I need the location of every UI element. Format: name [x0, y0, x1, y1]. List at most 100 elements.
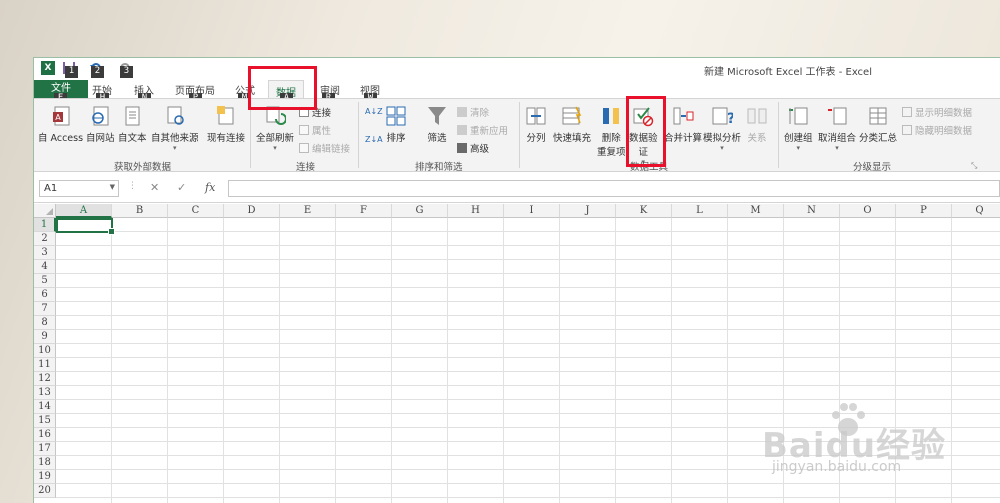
- row-header[interactable]: 17: [34, 442, 56, 456]
- subtotal-button[interactable]: 分类汇总: [859, 105, 897, 144]
- what-if-analysis-button[interactable]: ? 模拟分析 ▾: [703, 105, 741, 152]
- consolidate-button[interactable]: 合并计算: [664, 105, 702, 144]
- row-header[interactable]: 4: [34, 260, 56, 274]
- reapply-button[interactable]: 重新应用: [457, 123, 508, 137]
- column-header[interactable]: H: [448, 204, 504, 218]
- select-all-button[interactable]: [34, 204, 56, 218]
- column-header[interactable]: Q: [952, 204, 1000, 218]
- row-header[interactable]: 7: [34, 302, 56, 316]
- from-other-sources-button[interactable]: 自其他来源 ▾: [151, 105, 199, 152]
- text-to-columns-button[interactable]: 分列: [525, 105, 547, 144]
- what-if-analysis-label: 模拟分析: [703, 133, 742, 144]
- excel-logo-icon: X: [41, 61, 55, 75]
- group-separator: [519, 102, 520, 168]
- column-header[interactable]: O: [840, 204, 896, 218]
- column-header[interactable]: C: [168, 204, 224, 218]
- other-sources-icon: [167, 106, 184, 125]
- hide-detail-button[interactable]: 隐藏明细数据: [902, 123, 972, 137]
- row-header[interactable]: 1: [34, 218, 56, 232]
- ribbon-tabs: 文件 开始 插入 页面布局 公式 数据 审阅 视图 F H N P M A R …: [34, 80, 1000, 105]
- sort-za-button[interactable]: Z↓A: [365, 135, 383, 144]
- row-header[interactable]: 5: [34, 274, 56, 288]
- insert-function-icon[interactable]: fx: [205, 181, 215, 194]
- group-connections-label: 连接: [296, 162, 316, 173]
- column-header[interactable]: D: [224, 204, 280, 218]
- from-web-button[interactable]: 自网站: [86, 105, 115, 144]
- keytip-1: 1: [65, 66, 78, 78]
- remove-duplicates-button[interactable]: 删除 重复项: [597, 105, 626, 158]
- formula-input[interactable]: [228, 180, 1000, 197]
- relationships-button[interactable]: 关系: [746, 105, 768, 144]
- chevron-down-icon: ▾: [835, 144, 839, 152]
- column-header[interactable]: P: [896, 204, 952, 218]
- remove-duplicates-icon: [603, 108, 620, 124]
- consolidate-label: 合并计算: [664, 133, 703, 144]
- name-box[interactable]: A1 ▼: [39, 180, 119, 197]
- chevron-down-icon: ▾: [273, 144, 277, 152]
- row-header[interactable]: 20: [34, 484, 56, 498]
- relationships-icon: [747, 108, 767, 124]
- properties-button[interactable]: 属性: [299, 123, 331, 137]
- clear-button[interactable]: 清除: [457, 105, 489, 119]
- from-text-button[interactable]: 自文本: [118, 105, 147, 144]
- cancel-icon[interactable]: ✕: [150, 181, 159, 194]
- row-header[interactable]: 6: [34, 288, 56, 302]
- enter-icon[interactable]: ✓: [177, 181, 186, 194]
- from-text-label: 自文本: [118, 133, 147, 144]
- edit-links-label: 编辑链接: [312, 144, 351, 155]
- row-header[interactable]: 10: [34, 344, 56, 358]
- row-header[interactable]: 11: [34, 358, 56, 372]
- outline-dialog-launcher-icon[interactable]: ⤡: [971, 161, 977, 171]
- advanced-filter-icon: [457, 143, 467, 153]
- row-header[interactable]: 16: [34, 428, 56, 442]
- row-header[interactable]: 19: [34, 470, 56, 484]
- column-header[interactable]: K: [616, 204, 672, 218]
- advanced-button[interactable]: 高级: [457, 141, 489, 155]
- active-cell[interactable]: [56, 218, 115, 235]
- row-header[interactable]: 18: [34, 456, 56, 470]
- column-header[interactable]: A: [56, 204, 112, 218]
- sort-button[interactable]: 排序: [385, 105, 407, 144]
- group-separator: [358, 102, 359, 168]
- ungroup-button[interactable]: 取消组合 ▾: [818, 105, 856, 152]
- sort-az-button[interactable]: A↓Z: [365, 107, 383, 116]
- text-to-columns-icon: [526, 107, 546, 125]
- column-header[interactable]: G: [392, 204, 448, 218]
- column-header[interactable]: N: [784, 204, 840, 218]
- column-header[interactable]: E: [280, 204, 336, 218]
- column-header[interactable]: I: [504, 204, 560, 218]
- row-header[interactable]: 14: [34, 400, 56, 414]
- edit-links-button[interactable]: 编辑链接: [299, 141, 350, 155]
- column-header[interactable]: B: [112, 204, 168, 218]
- row-header[interactable]: 2: [34, 232, 56, 246]
- row-header[interactable]: 15: [34, 414, 56, 428]
- column-header[interactable]: M: [728, 204, 784, 218]
- row-header[interactable]: 9: [34, 330, 56, 344]
- chevron-down-icon[interactable]: ▼: [110, 183, 115, 191]
- keytip-3: 3: [120, 66, 133, 78]
- row-header[interactable]: 8: [34, 316, 56, 330]
- column-header[interactable]: J: [560, 204, 616, 218]
- show-detail-button[interactable]: 显示明细数据: [902, 105, 972, 119]
- column-header[interactable]: F: [336, 204, 392, 218]
- show-detail-label: 显示明细数据: [915, 108, 973, 119]
- refresh-all-button[interactable]: 全部刷新 ▾: [256, 105, 294, 152]
- column-header[interactable]: L: [672, 204, 728, 218]
- row-header[interactable]: 13: [34, 386, 56, 400]
- flash-fill-button[interactable]: 快速填充: [553, 105, 591, 144]
- group-button[interactable]: 创建组 ▾: [784, 105, 813, 152]
- row-header[interactable]: 12: [34, 372, 56, 386]
- existing-connections-icon: [217, 106, 234, 125]
- chevron-down-icon: ▾: [173, 144, 177, 152]
- group-outline-label: 分级显示: [853, 162, 892, 173]
- existing-connections-label: 现有连接: [207, 133, 246, 144]
- properties-icon: [299, 125, 309, 135]
- row-header[interactable]: 3: [34, 246, 56, 260]
- ungroup-icon: [828, 107, 847, 125]
- access-icon: A: [52, 106, 70, 126]
- keytip-2: 2: [91, 66, 104, 78]
- from-access-label: 自 Access: [38, 133, 84, 144]
- existing-connections-button[interactable]: 现有连接: [207, 105, 245, 144]
- filter-button[interactable]: 筛选: [426, 105, 448, 144]
- from-access-button[interactable]: A 自 Access: [38, 105, 83, 144]
